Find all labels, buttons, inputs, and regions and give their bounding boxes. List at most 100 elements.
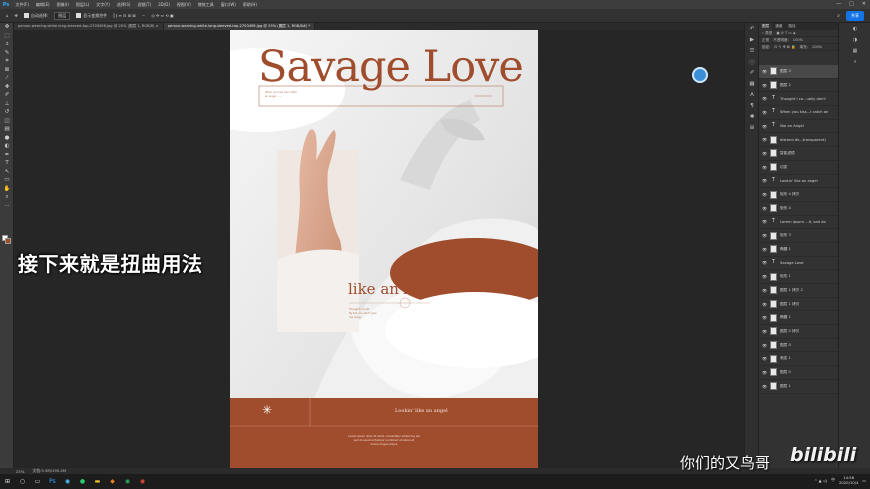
- auto-select-dropdown[interactable]: 图层: [54, 11, 71, 20]
- visibility-eye-icon[interactable]: 👁: [761, 274, 768, 279]
- menu-window[interactable]: 窗口(W): [217, 2, 239, 8]
- app-icon[interactable]: ◆: [105, 474, 120, 489]
- layer-row[interactable]: 👁 T Lookin' like an angel: [759, 175, 839, 189]
- layer-row[interactable]: 👁 图层 0: [759, 366, 839, 380]
- input-language[interactable]: 中: [831, 477, 835, 483]
- visibility-eye-icon[interactable]: 👁: [761, 288, 768, 293]
- visibility-eye-icon[interactable]: 👁: [761, 206, 768, 211]
- tab-document-2[interactable]: person-wearing-white-long-sleeved-top-27…: [163, 23, 316, 30]
- styles-panel-icon[interactable]: ▦: [839, 45, 870, 56]
- zoom-tool-icon[interactable]: ⌕: [0, 193, 14, 202]
- frame-tool-icon[interactable]: ⊠: [0, 66, 14, 75]
- crop-tool-icon[interactable]: ⌗: [0, 57, 14, 66]
- menu-plugins[interactable]: 增效工具: [194, 2, 217, 8]
- layer-row[interactable]: 👁 Tlike an Angel: [759, 120, 839, 134]
- visibility-eye-icon[interactable]: 👁: [761, 302, 768, 307]
- menu-file[interactable]: 文件(F): [12, 2, 32, 8]
- gradient-tool-icon[interactable]: ▤: [0, 125, 14, 134]
- properties-panel-icon[interactable]: ☰: [745, 45, 759, 56]
- layer-row[interactable]: 👁 图层 2: [759, 79, 839, 93]
- windows-start-icon[interactable]: ⊞: [0, 474, 15, 489]
- photoshop-logo-icon[interactable]: Ps: [0, 0, 12, 9]
- green-app-icon[interactable]: ◉: [120, 474, 135, 489]
- lock-icons[interactable]: ⊡ ✎ ✥ ⊠ 🔒: [774, 45, 795, 49]
- visibility-eye-icon[interactable]: 👁: [761, 110, 768, 115]
- menu-3d[interactable]: 3D(D): [155, 2, 174, 7]
- layer-row[interactable]: 👁 矩形 3: [759, 229, 839, 243]
- opacity-value[interactable]: 100%: [793, 38, 803, 42]
- visibility-eye-icon[interactable]: 👁: [761, 356, 768, 361]
- layer-row[interactable]: 👁 椭圆 1: [759, 243, 839, 257]
- brush-panel-icon[interactable]: ✐: [745, 67, 759, 78]
- visibility-eye-icon[interactable]: 👁: [761, 370, 768, 375]
- paragraph-panel-icon[interactable]: ¶: [745, 100, 759, 111]
- wechat-icon[interactable]: ●: [75, 474, 90, 489]
- quick-select-tool-icon[interactable]: ✎: [0, 49, 14, 58]
- tab-channels[interactable]: 通道: [772, 23, 785, 30]
- fill-value[interactable]: 100%: [812, 45, 822, 49]
- 3d-mode-icons[interactable]: ◎ ✣ ⇔ ⟲ ▣: [151, 13, 173, 18]
- minimize-button[interactable]: —: [836, 1, 841, 7]
- tab-layers[interactable]: 图层: [759, 23, 773, 30]
- visibility-eye-icon[interactable]: 👁: [761, 233, 768, 238]
- character-panel-icon[interactable]: A: [745, 89, 759, 100]
- visibility-eye-icon[interactable]: 👁: [761, 219, 768, 224]
- layer-row[interactable]: 👁 智能滤镜: [759, 147, 839, 161]
- layer-row[interactable]: 👁 T Thought I co...ually don't: [759, 92, 839, 107]
- menu-help[interactable]: 帮助(H): [239, 2, 260, 8]
- visibility-eye-icon[interactable]: 👁: [761, 124, 768, 129]
- layer-row[interactable]: 👁 矩形 1: [759, 270, 839, 284]
- visibility-eye-icon[interactable]: 👁: [761, 247, 768, 252]
- filter-icons[interactable]: ▣ ⊘ T ▭ ◈: [776, 31, 795, 35]
- history-panel-icon[interactable]: ↶: [745, 23, 759, 34]
- menu-edit[interactable]: 编辑(E): [32, 2, 53, 8]
- background-color-swatch[interactable]: [5, 238, 11, 244]
- menu-layer[interactable]: 图层(L): [72, 2, 92, 8]
- show-transform-checkbox[interactable]: 显示变换控件: [76, 13, 107, 19]
- menu-view[interactable]: 视图(V): [173, 2, 194, 8]
- layer-row[interactable]: 👁 椭圆 1: [759, 311, 839, 326]
- layer-row[interactable]: 👁 矩形 4 拷贝: [759, 188, 839, 202]
- pen-tool-icon[interactable]: ✒: [0, 151, 14, 160]
- align-icons[interactable]: ⫿ ⫾ ≡ ⊟ ⊞ ⊠: [113, 13, 135, 18]
- blur-tool-icon[interactable]: ●: [0, 134, 14, 143]
- visibility-eye-icon[interactable]: 👁: [761, 260, 768, 265]
- visibility-eye-icon[interactable]: 👁: [761, 137, 768, 142]
- tab-paths[interactable]: 路径: [785, 23, 798, 30]
- rectangle-tool-icon[interactable]: ▭: [0, 176, 14, 185]
- menu-select[interactable]: 选择(S): [113, 2, 134, 8]
- path-select-icon[interactable]: ↖: [0, 168, 14, 177]
- tray-icons[interactable]: ^ ▲ ◁): [814, 478, 827, 483]
- visibility-eye-icon[interactable]: 👁: [761, 192, 768, 197]
- system-clock[interactable]: 14:56 2020/10/4: [839, 475, 858, 485]
- color-panel-icon[interactable]: ◐: [839, 23, 870, 34]
- layer-row[interactable]: 👁 T Lorem ipsum ...it, sed do: [759, 216, 839, 230]
- home-icon[interactable]: ⌂: [6, 13, 9, 18]
- libraries-panel-icon[interactable]: ⊞: [745, 122, 759, 133]
- blend-mode-dropdown[interactable]: 正常: [762, 38, 769, 43]
- stamp-tool-icon[interactable]: ⊥: [0, 100, 14, 109]
- visibility-eye-icon[interactable]: 👁: [761, 343, 768, 348]
- tab-document-1[interactable]: person-wearing-white-long-sleeved-top-27…: [14, 23, 164, 30]
- visibility-eye-icon[interactable]: 👁: [761, 96, 768, 101]
- visibility-eye-icon[interactable]: 👁: [761, 83, 768, 88]
- type-tool-icon[interactable]: T: [0, 159, 14, 168]
- visibility-eye-icon[interactable]: 👁: [761, 329, 768, 334]
- visibility-eye-icon[interactable]: 👁: [761, 178, 768, 183]
- brush-tool-icon[interactable]: ✐: [0, 91, 14, 100]
- layer-row[interactable]: 👁 切变: [759, 161, 839, 175]
- visibility-eye-icon[interactable]: 👁: [761, 384, 768, 389]
- task-view-icon[interactable]: ▭: [30, 474, 45, 489]
- menu-filter[interactable]: 滤镜(T): [134, 2, 155, 8]
- layer-row[interactable]: 👁 图层 1 拷贝: [759, 298, 839, 312]
- marquee-tool-icon[interactable]: ⬚: [0, 32, 14, 41]
- layer-row[interactable]: 👁 图层 0 拷贝: [759, 325, 839, 339]
- share-button[interactable]: 共享: [846, 11, 864, 21]
- visibility-eye-icon[interactable]: 👁: [761, 315, 768, 320]
- menu-type[interactable]: 文字(Y): [93, 2, 114, 8]
- layer-row[interactable]: 👁 T When you kiss...I catch an: [759, 106, 839, 120]
- menu-image[interactable]: 图像(I): [53, 2, 72, 8]
- photoshop-taskbar-icon[interactable]: Ps: [45, 474, 60, 489]
- visibility-eye-icon[interactable]: 👁: [761, 151, 768, 156]
- eyedropper-tool-icon[interactable]: ⁄: [0, 74, 14, 83]
